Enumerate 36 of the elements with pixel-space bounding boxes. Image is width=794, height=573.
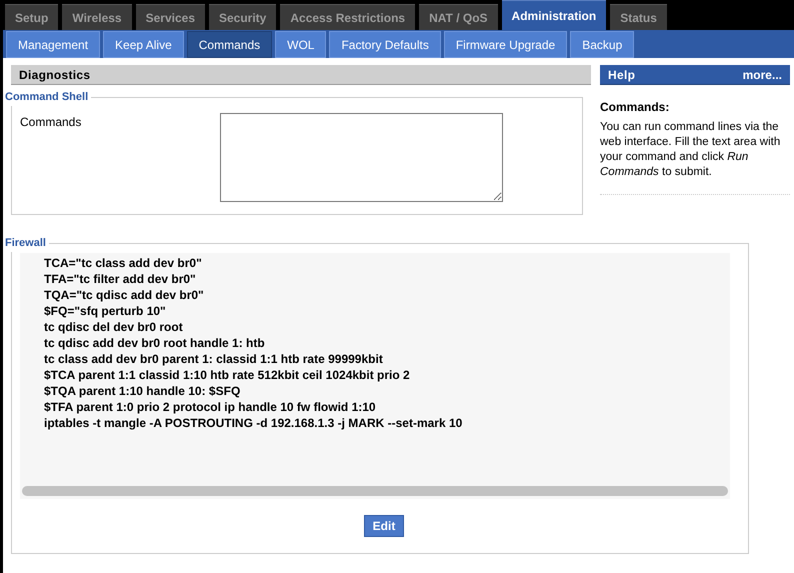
code-line: TCA="tc class add dev br0" — [44, 255, 203, 271]
help-title: Help — [608, 66, 636, 84]
commands-textarea[interactable] — [220, 113, 503, 202]
edit-button[interactable]: Edit — [364, 515, 404, 537]
fieldset-legend: Command Shell — [5, 89, 92, 106]
main-tab[interactable]: Status — [610, 4, 667, 30]
code-line: $TFA parent 1:0 prio 2 protocol ip handle 10 fw flowid 1:10 — [44, 399, 377, 415]
sub-tab[interactable]: Keep Alive — [103, 31, 184, 58]
code-line: TQA="tc qdisc add dev br0" — [44, 287, 205, 303]
help-heading: Commands: — [600, 99, 670, 116]
main-tab[interactable]: Wireless — [62, 4, 132, 30]
main-tab[interactable]: NAT / QoS — [419, 4, 498, 30]
sub-tab[interactable]: Management — [6, 31, 100, 58]
field-label: Commands — [20, 114, 82, 131]
code-line: tc qdisc del dev br0 root — [44, 319, 184, 335]
more-link[interactable]: more... — [742, 66, 782, 84]
help-text: You can run command lines via the web interface. Fill the text area with your command and click Run Commands to submit. — [600, 120, 790, 195]
code-line: $TCA parent 1:1 classid 1:10 htb rate 512kbit ceil 1024kbit prio 2 — [44, 367, 411, 383]
fieldset-legend: Firewall — [5, 235, 49, 252]
code-line: iptables -t mangle -A POSTROUTING -d 192.168.1.3 -j MARK --set-mark 10 — [44, 415, 464, 431]
code-line: TFA="tc filter add dev br0" — [44, 271, 197, 287]
code-line: tc class add dev br0 parent 1: classid 1:1 htb rate 99999kbit — [44, 351, 384, 367]
code-line: $TQA parent 1:10 handle 10: $SFQ — [44, 383, 242, 399]
main-tab[interactable]: Security — [209, 4, 276, 30]
code-line: tc qdisc add dev br0 root handle 1: htb — [44, 335, 266, 351]
main-tab[interactable]: Administration — [502, 0, 606, 30]
sub-tab[interactable]: Backup — [570, 31, 634, 58]
section-header: Diagnostics — [11, 65, 591, 85]
sub-tab[interactable]: Firmware Upgrade — [444, 31, 568, 58]
main-tab[interactable]: Setup — [5, 4, 58, 30]
sub-tab[interactable]: Commands — [186, 31, 272, 58]
sub-tab[interactable]: WOL — [275, 31, 326, 58]
code-line: $FQ="sfq perturb 10" — [44, 303, 167, 319]
sub-tab[interactable]: Factory Defaults — [329, 31, 441, 58]
main-tab[interactable]: Services — [136, 4, 205, 30]
main-tab[interactable]: Access Restrictions — [280, 4, 416, 30]
